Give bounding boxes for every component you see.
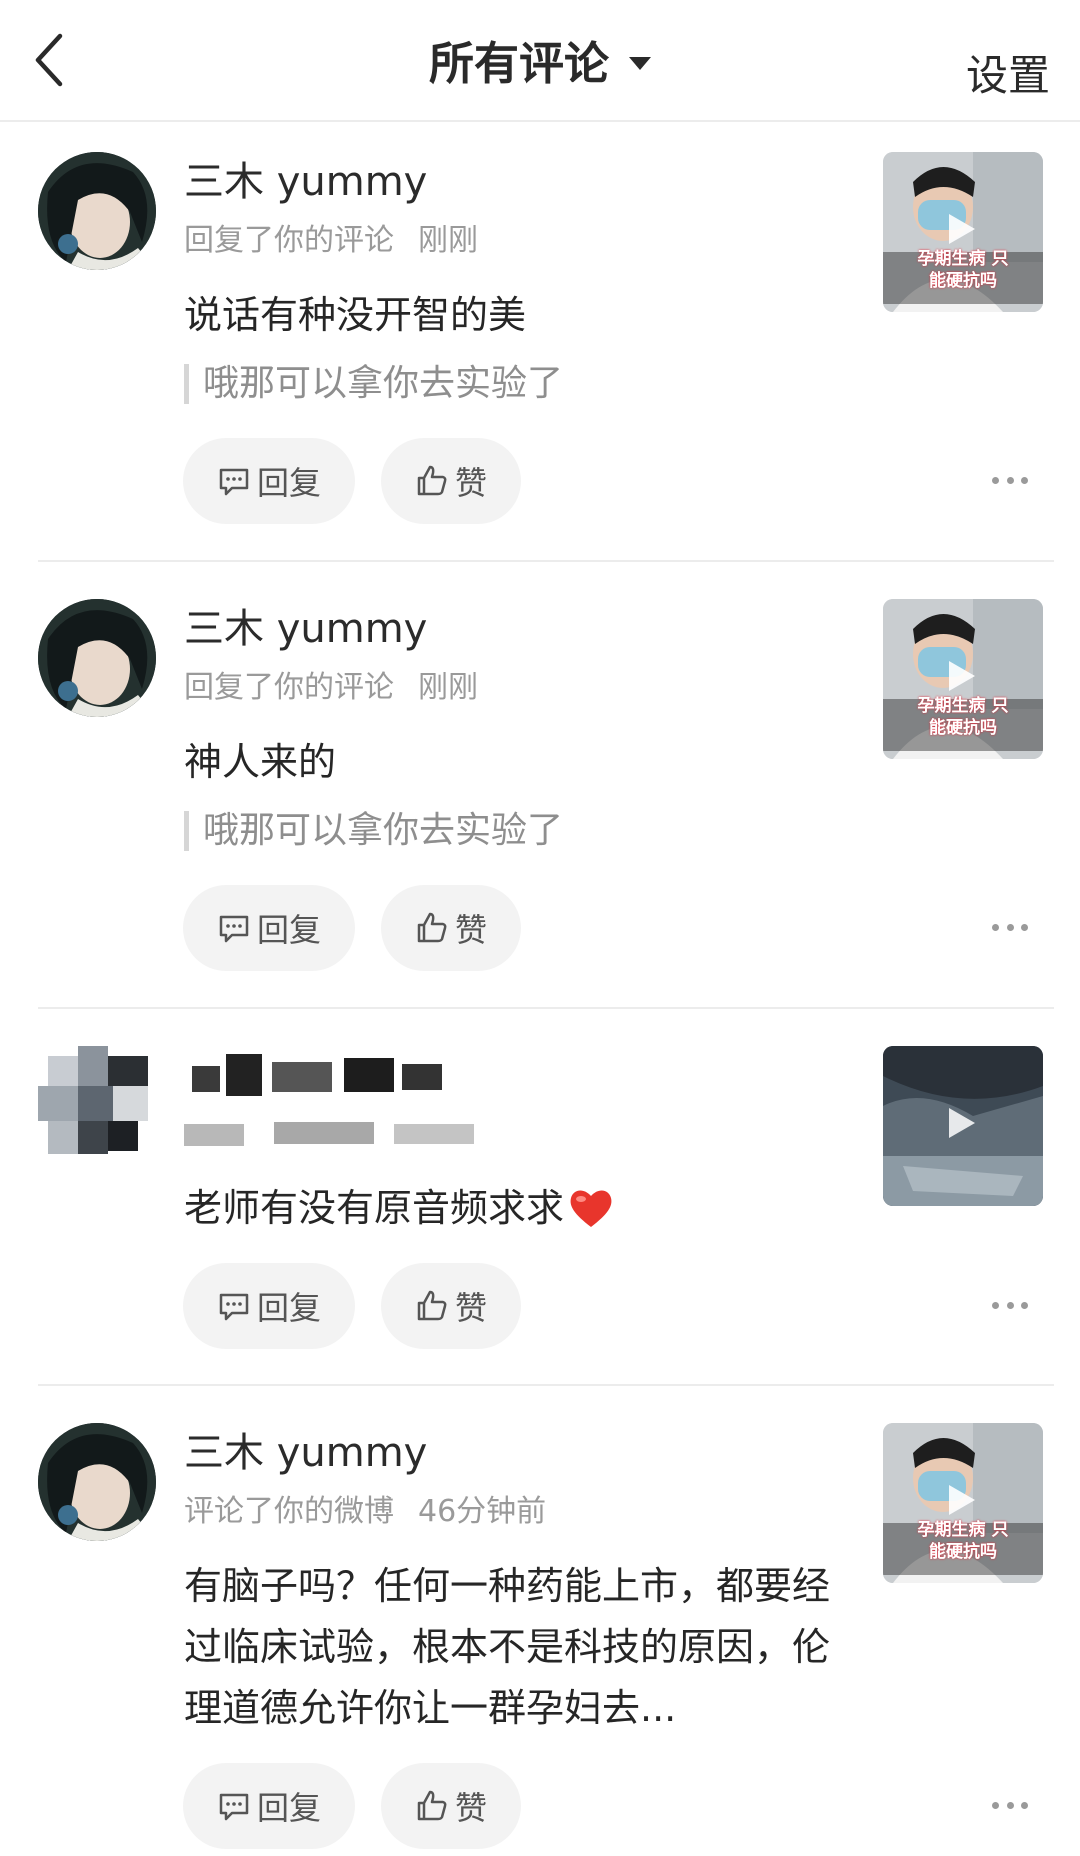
reply-button[interactable]: 回复 [183, 885, 355, 971]
anime-avatar-image [38, 1423, 156, 1541]
more-options-button[interactable] [992, 917, 1028, 937]
like-button[interactable]: 赞 [381, 1263, 521, 1349]
thumbnail-caption-text: 孕期生病 只能硬抗吗 [917, 249, 1009, 291]
thumbnail-caption: 孕期生病 只能硬抗吗 [883, 1519, 1043, 1563]
divider [38, 560, 1054, 562]
meta-action: 回复了你的评论 [184, 670, 394, 705]
comment-text[interactable]: 有脑子吗？任何一种药能上市，都要经过临床试验，根本不是科技的原因，伦理道德允许你… [184, 1556, 834, 1739]
meta-time: 刚刚 [418, 670, 478, 705]
comment-text[interactable]: 说话有种没开智的美 [184, 285, 844, 346]
reply-label: 回复 [256, 911, 321, 949]
comment-meta: 回复了你的评论 刚刚 [184, 222, 478, 260]
comment-icon [219, 468, 249, 496]
settings-button[interactable]: 设置 [966, 42, 1050, 103]
avatar[interactable] [38, 152, 156, 270]
comment-meta: 评论了你的微博 46分钟前 [184, 1493, 546, 1531]
more-options-button[interactable] [992, 1295, 1028, 1315]
comment-icon [219, 915, 249, 943]
reply-label: 回复 [256, 1289, 321, 1327]
avatar[interactable] [38, 1423, 156, 1541]
reply-button[interactable]: 回复 [183, 438, 355, 524]
divider [38, 1007, 1054, 1009]
comment-text-body: 老师有没有原音频求求 [184, 1186, 565, 1230]
like-button[interactable]: 赞 [381, 438, 521, 524]
reply-label: 回复 [256, 464, 321, 502]
meta-action: 回复了你的评论 [184, 223, 394, 258]
anime-avatar-image [38, 152, 156, 270]
more-options-button[interactable] [992, 1795, 1028, 1815]
meta-time: 刚刚 [418, 223, 478, 258]
video-thumbnail[interactable]: 孕期生病 只能硬抗吗 [883, 599, 1043, 759]
comment-meta: 回复了你的评论 刚刚 [184, 669, 478, 707]
caret-down-icon [629, 56, 651, 70]
like-label: 赞 [454, 911, 487, 949]
anime-avatar-image [38, 599, 156, 717]
reply-button[interactable]: 回复 [183, 1763, 355, 1849]
username[interactable]: 三木 yummy [184, 605, 427, 653]
comment-icon [219, 1793, 249, 1821]
divider [38, 1384, 1054, 1386]
thumbnail-caption-text: 孕期生病 只能硬抗吗 [917, 696, 1009, 738]
pixelated-avatar-image [38, 1046, 156, 1164]
thumbs-up-icon [417, 912, 447, 943]
video-thumbnail[interactable] [883, 1046, 1043, 1206]
thumbs-up-icon [417, 1290, 447, 1321]
meta-action: 评论了你的微博 [184, 1494, 394, 1529]
page-title: 所有评论 [428, 37, 609, 90]
comment-text[interactable]: 神人来的 [184, 732, 844, 793]
thumbnail-caption: 孕期生病 只能硬抗吗 [883, 248, 1043, 292]
video-thumbnail-image [883, 1046, 1043, 1206]
like-button[interactable]: 赞 [381, 885, 521, 971]
reply-label: 回复 [256, 1789, 321, 1827]
quoted-comment[interactable]: 哦那可以拿你去实验了 [184, 364, 563, 404]
avatar[interactable] [38, 599, 156, 717]
username[interactable]: 三木 yummy [184, 1429, 427, 1477]
like-label: 赞 [454, 1289, 487, 1327]
thumbnail-caption: 孕期生病 只能硬抗吗 [883, 695, 1043, 739]
meta-redacted [184, 1118, 504, 1148]
video-thumbnail[interactable]: 孕期生病 只能硬抗吗 [883, 1423, 1043, 1583]
thumbs-up-icon [417, 465, 447, 496]
top-bar: 所有评论 设置 [0, 0, 1080, 122]
more-options-button[interactable] [992, 470, 1028, 490]
thumbnail-caption-text: 孕期生病 只能硬抗吗 [917, 1520, 1009, 1562]
like-label: 赞 [454, 464, 487, 502]
username-redacted [184, 1054, 484, 1096]
comment-filter-dropdown[interactable]: 所有评论 [0, 38, 1080, 90]
quoted-comment[interactable]: 哦那可以拿你去实验了 [184, 811, 563, 851]
avatar[interactable] [38, 1046, 156, 1164]
reply-button[interactable]: 回复 [183, 1263, 355, 1349]
like-label: 赞 [454, 1789, 487, 1827]
username[interactable]: 三木 yummy [184, 158, 427, 206]
heart-icon [570, 1189, 612, 1227]
thumbs-up-icon [417, 1790, 447, 1821]
like-button[interactable]: 赞 [381, 1763, 521, 1849]
comment-icon [219, 1293, 249, 1321]
video-thumbnail[interactable]: 孕期生病 只能硬抗吗 [883, 152, 1043, 312]
comment-text[interactable]: 老师有没有原音频求求 [184, 1178, 844, 1239]
meta-time: 46分钟前 [418, 1494, 547, 1529]
